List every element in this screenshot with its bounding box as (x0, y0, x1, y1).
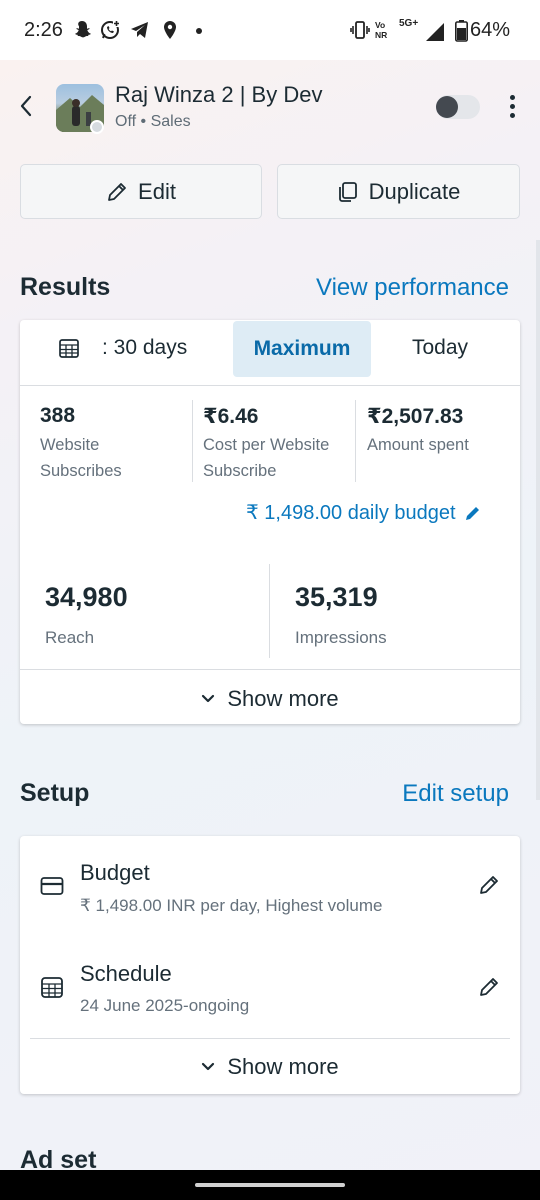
metric-amount-spent-value: ₹2,507.83 (367, 405, 464, 428)
credit-card-icon (40, 877, 64, 895)
status-time: 2:26 (24, 19, 63, 41)
metric-cost-per-subscribe-label: Cost per Website Subscribe (203, 436, 330, 480)
metric-website-subscribes-value: 388 (40, 404, 76, 427)
tab-30-days-label: : 30 days (102, 336, 188, 359)
network-type: 5G+ (399, 18, 419, 29)
scrollbar[interactable] (536, 240, 540, 800)
snapchat-icon (75, 21, 91, 38)
battery-percent: 64% (470, 19, 511, 41)
results-show-more-button[interactable]: Show more (20, 672, 520, 726)
results-title: Results (20, 273, 111, 301)
location-icon (164, 21, 176, 39)
setup-show-more-label: Show more (227, 1054, 339, 1079)
edit-setup-link[interactable]: Edit setup (402, 780, 509, 808)
more-options-icon[interactable] (508, 95, 516, 121)
tab-30-days[interactable]: : 30 days (40, 320, 230, 376)
date-range-tabs: : 30 days Maximum Today (20, 320, 520, 386)
system-navigation-bar (0, 1170, 540, 1200)
duplicate-button[interactable]: Duplicate (277, 164, 520, 219)
campaign-toggle[interactable] (436, 95, 480, 119)
results-divider (20, 669, 520, 670)
status-bar: 2:26 Vo NR 5G+ 64% (0, 0, 540, 60)
pencil-icon (108, 182, 126, 201)
edit-pencil-icon (465, 506, 479, 520)
metric-amount-spent-label: Amount spent (367, 436, 469, 454)
reach-value: 34,980 (45, 582, 128, 612)
chevron-down-icon (202, 1062, 215, 1071)
subtitle-separator: • (140, 113, 147, 130)
daily-budget-label: ₹ 1,498.00 daily budget (246, 502, 456, 524)
metric-cost-per-subscribe-value: ₹6.46 (203, 405, 259, 428)
setup-divider (30, 1038, 510, 1039)
reach-divider (269, 564, 270, 658)
budget-row-detail: ₹ 1,498.00 INR per day, Highest volume (80, 896, 383, 915)
view-performance-link[interactable]: View performance (316, 274, 509, 302)
tab-today-label: Today (411, 336, 469, 359)
daily-budget-link[interactable]: ₹ 1,498.00 daily budget (246, 500, 482, 525)
edit-button[interactable]: Edit (20, 164, 262, 219)
schedule-row-title: Schedule (80, 961, 172, 986)
calendar-icon (41, 977, 63, 998)
back-arrow-icon[interactable] (18, 94, 36, 118)
calendar-icon (59, 339, 79, 358)
metric-divider (192, 400, 193, 482)
chevron-down-icon (202, 694, 215, 703)
campaign-subtitle: Off • Sales (115, 113, 191, 131)
campaign-objective: Sales (150, 113, 191, 130)
setup-title: Setup (20, 779, 90, 807)
duplicate-icon (338, 181, 357, 202)
signal-icon (426, 23, 444, 41)
vibrate-icon (350, 21, 370, 39)
battery-icon (455, 20, 468, 42)
duplicate-button-label: Duplicate (368, 178, 461, 204)
whatsapp-icon (101, 20, 120, 39)
setup-card: Budget ₹ 1,498.00 INR per day, Highest v… (20, 836, 520, 1094)
budget-edit-icon[interactable] (478, 874, 500, 896)
campaign-title: Raj Winza 2 | By Dev (115, 82, 323, 107)
schedule-edit-icon[interactable] (478, 976, 500, 998)
reach-label: Reach (45, 628, 95, 647)
telegram-icon (131, 22, 148, 38)
impressions-value: 35,319 (295, 582, 378, 612)
impressions-label: Impressions (295, 628, 387, 647)
tab-today[interactable]: Today (370, 320, 510, 376)
budget-row-title: Budget (80, 860, 150, 885)
campaign-status: Off (115, 113, 137, 130)
volte-label: Vo NR (375, 20, 388, 40)
setup-show-more-button[interactable]: Show more (20, 1040, 520, 1094)
notification-dot-icon (196, 28, 202, 34)
tab-maximum-label: Maximum (253, 337, 351, 360)
status-indicator (90, 120, 104, 134)
metric-divider (355, 400, 356, 482)
tab-maximum[interactable]: Maximum (233, 321, 371, 377)
results-show-more-label: Show more (227, 686, 339, 711)
metric-website-subscribes-label: Website Subscribes (40, 436, 122, 480)
home-gesture-handle[interactable] (195, 1183, 345, 1187)
toggle-knob (436, 96, 458, 118)
results-card: : 30 days Maximum Today 388 Website Subs… (20, 320, 520, 724)
schedule-row-detail: 24 June 2025-ongoing (80, 996, 250, 1015)
edit-button-label: Edit (138, 178, 176, 204)
